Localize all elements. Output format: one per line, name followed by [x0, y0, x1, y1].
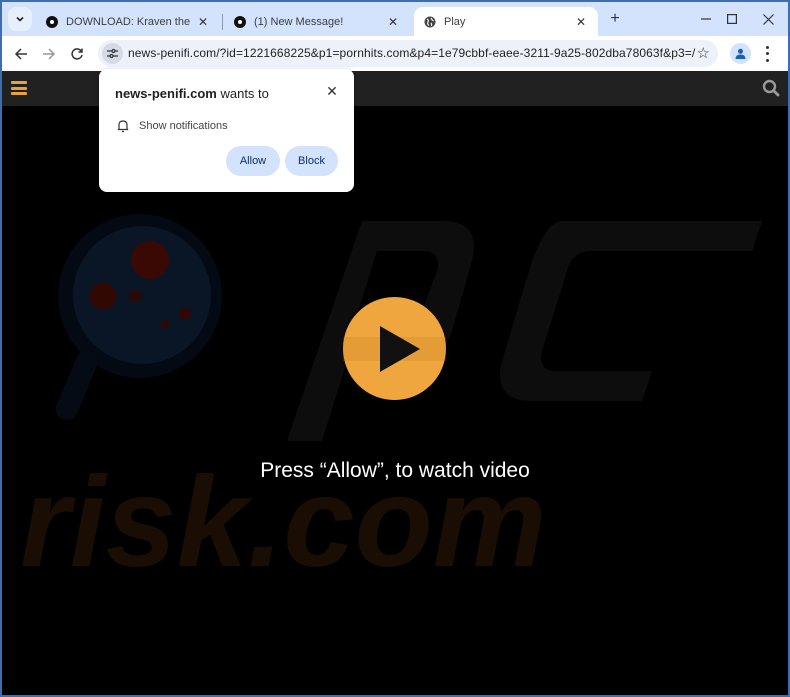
bookmark-star-icon[interactable]: ☆	[697, 44, 710, 62]
tab-separator	[222, 14, 223, 30]
play-button[interactable]	[343, 297, 446, 400]
dot	[765, 45, 769, 49]
permission-label: Show notifications	[139, 120, 228, 132]
back-button[interactable]	[11, 44, 31, 64]
close-window-button[interactable]	[753, 10, 783, 28]
browser-window: DOWNLOAD: Kraven the Hunte ✕ (1) New Mes…	[2, 2, 788, 695]
menu-line	[11, 86, 27, 90]
reload-button[interactable]	[67, 44, 87, 64]
tab-title: (1) New Message!	[254, 15, 344, 28]
maximize-icon	[727, 14, 737, 24]
block-button[interactable]: Block	[285, 146, 338, 176]
tab-play[interactable]: Play ✕	[414, 7, 598, 36]
notification-permission-dialog: news-penifi.com wants to ✕ Show notifica…	[99, 69, 354, 192]
tab-close-icon[interactable]: ✕	[196, 15, 210, 29]
tab-title: DOWNLOAD: Kraven the Hunte	[66, 15, 190, 28]
person-icon	[735, 48, 746, 59]
permission-title: news-penifi.com wants to	[115, 86, 269, 101]
browser-toolbar: news-penifi.com/?id=1221668225&p1=pornhi…	[2, 36, 788, 71]
forward-button[interactable]	[39, 44, 59, 64]
menu-line	[11, 81, 27, 84]
search-icon[interactable]	[762, 79, 780, 97]
close-icon	[762, 13, 774, 25]
browser-menu-button[interactable]	[762, 44, 772, 64]
minimize-icon	[701, 18, 711, 20]
play-icon	[379, 325, 420, 372]
menu-line	[11, 92, 27, 95]
permission-row: Show notifications	[117, 119, 228, 133]
arrow-right-icon	[43, 48, 56, 60]
permission-site: news-penifi.com	[115, 86, 217, 101]
bell-icon	[117, 120, 129, 133]
tab-new-message[interactable]: (1) New Message! ✕	[224, 7, 410, 36]
globe-icon	[424, 16, 436, 27]
chevron-down-icon	[16, 16, 24, 22]
tab-close-icon[interactable]: ✕	[386, 15, 400, 29]
site-favicon-icon	[46, 15, 58, 28]
profile-button[interactable]	[730, 43, 751, 64]
tab-title: Play	[444, 15, 466, 28]
new-tab-button[interactable]: +	[606, 10, 624, 28]
site-info-button[interactable]	[102, 43, 123, 64]
address-bar[interactable]: news-penifi.com/?id=1221668225&p1=pornhi…	[98, 40, 718, 67]
maximize-button[interactable]	[717, 10, 747, 28]
dot	[765, 52, 769, 56]
dot	[765, 59, 769, 63]
reload-icon	[71, 48, 83, 60]
arrow-left-icon	[14, 48, 27, 60]
tab-download[interactable]: DOWNLOAD: Kraven the Hunte ✕	[36, 7, 220, 36]
url-text[interactable]: news-penifi.com/?id=1221668225&p1=pornhi…	[128, 46, 695, 60]
dialog-close-icon[interactable]: ✕	[324, 83, 340, 100]
tab-close-icon[interactable]: ✕	[574, 15, 588, 29]
allow-instruction-text: Press “Allow”, to watch video	[260, 459, 530, 482]
tab-search-button[interactable]	[8, 7, 32, 31]
allow-button[interactable]: Allow	[226, 146, 280, 176]
site-favicon-icon	[234, 15, 246, 28]
permission-wants-to: wants to	[216, 86, 269, 101]
tune-icon	[107, 48, 118, 59]
hamburger-menu-icon[interactable]	[11, 81, 27, 95]
tab-strip: DOWNLOAD: Kraven the Hunte ✕ (1) New Mes…	[2, 2, 788, 36]
